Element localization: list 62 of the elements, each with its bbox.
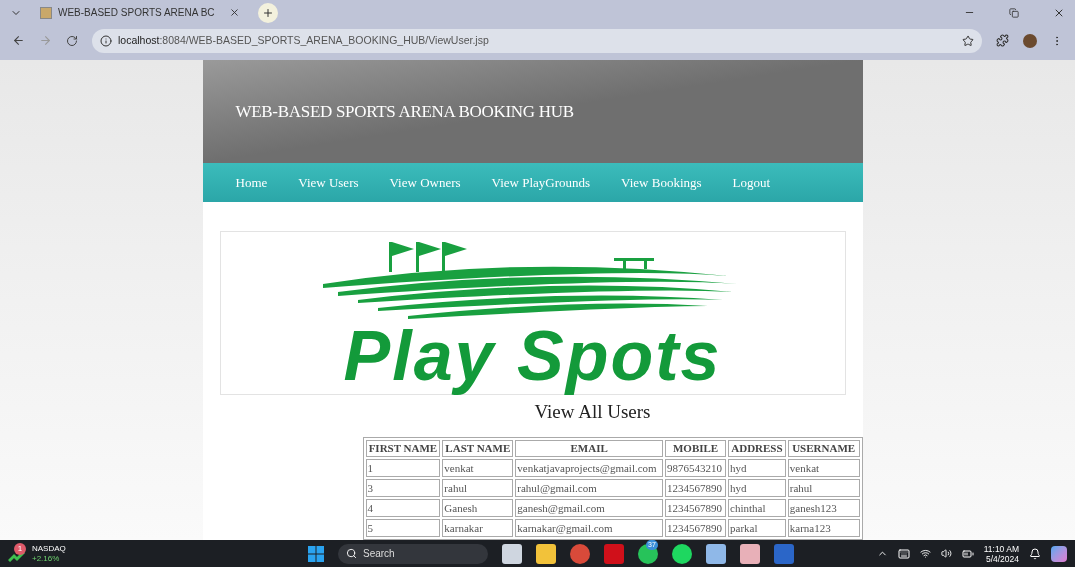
widget-name: NASDAQ [32,543,66,554]
table-cell: rahul [787,479,860,497]
url-text: localhost:8084/WEB-BASED_SPORTS_ARENA_BOOKING_HUB/ViewUser.jsp [118,32,489,48]
stock-widget[interactable]: 1 NASDAQ +2.16% [8,543,308,564]
reload-icon[interactable] [66,34,78,47]
site-title: WEB-BASED SPORTS ARENA BOOKING HUB [235,100,574,123]
keyboard-icon[interactable] [897,547,910,560]
column-header: LAST NAME [442,440,514,457]
table-cell: chinthal [728,499,786,517]
table-cell: rahul@gmail.com [515,479,664,497]
table-cell: 1234567890 [665,499,727,517]
column-header: MOBILE [665,440,727,457]
search-field[interactable]: Search [338,543,488,564]
wifi-icon[interactable] [919,548,931,559]
table-cell: Ganesh [442,499,514,517]
table-cell: 1234567890 [665,479,727,497]
table-cell: venkat [787,459,860,477]
notification-badge: 1 [14,542,26,555]
clock-date[interactable]: 5/4/2024 [985,553,1019,564]
table-cell: ganesh@gmail.com [515,499,664,517]
table-cell: venkatjavaprojects@gmail.com [515,459,664,477]
table-cell: 1 [365,459,441,477]
address-bar[interactable]: localhost:8084/WEB-BASED_SPORTS_ARENA_BOOKING_HUB/ViewUser.jsp [92,28,982,53]
table-cell: 1234567890 [665,519,727,537]
table-cell: hyd [728,459,786,477]
site-info-icon[interactable] [100,34,112,47]
table-cell: karnakar@gmail.com [515,519,664,537]
column-header: EMAIL [515,440,664,457]
browser-tab[interactable]: WEB-BASED SPORTS ARENA BC [36,1,244,24]
table-cell: karna123 [787,519,860,537]
table-cell: 3 [365,479,441,497]
restore-icon[interactable] [1009,7,1019,18]
search-icon [346,548,357,559]
column-header: USERNAME [787,440,860,457]
tab-title: WEB-BASED SPORTS ARENA BC [58,6,215,20]
widget-change: +2.16% [32,553,61,564]
table-cell: rahul [442,479,514,497]
battery-icon[interactable] [961,547,974,560]
table-cell: 5 [365,519,441,537]
profile-avatar[interactable] [1023,33,1037,48]
notifications-icon[interactable] [1029,547,1041,560]
table-cell: karnakar [442,519,514,537]
chat-icon[interactable] [638,543,658,564]
volume-icon[interactable] [940,548,952,559]
extensions-icon[interactable] [996,34,1009,47]
start-icon[interactable] [308,545,324,562]
column-header: FIRST NAME [365,440,441,457]
new-tab-button[interactable] [257,2,278,23]
page-heading: View All Users [534,400,651,424]
table-cell: parkal [728,519,786,537]
table-cell: 4 [365,499,441,517]
table-cell: hyd [728,479,786,497]
plus-icon [261,6,274,19]
table-cell: venkat [442,459,514,477]
close-tab-icon[interactable] [228,7,240,18]
back-icon[interactable] [12,34,25,47]
table-cell: 9876543210 [665,459,727,477]
favicon-icon [40,6,52,19]
clock-time[interactable]: 11:10 AM [983,543,1019,554]
table-cell: ganesh123 [787,499,860,517]
bookmark-star-icon[interactable] [962,34,974,47]
column-header: ADDRESS [728,440,786,457]
